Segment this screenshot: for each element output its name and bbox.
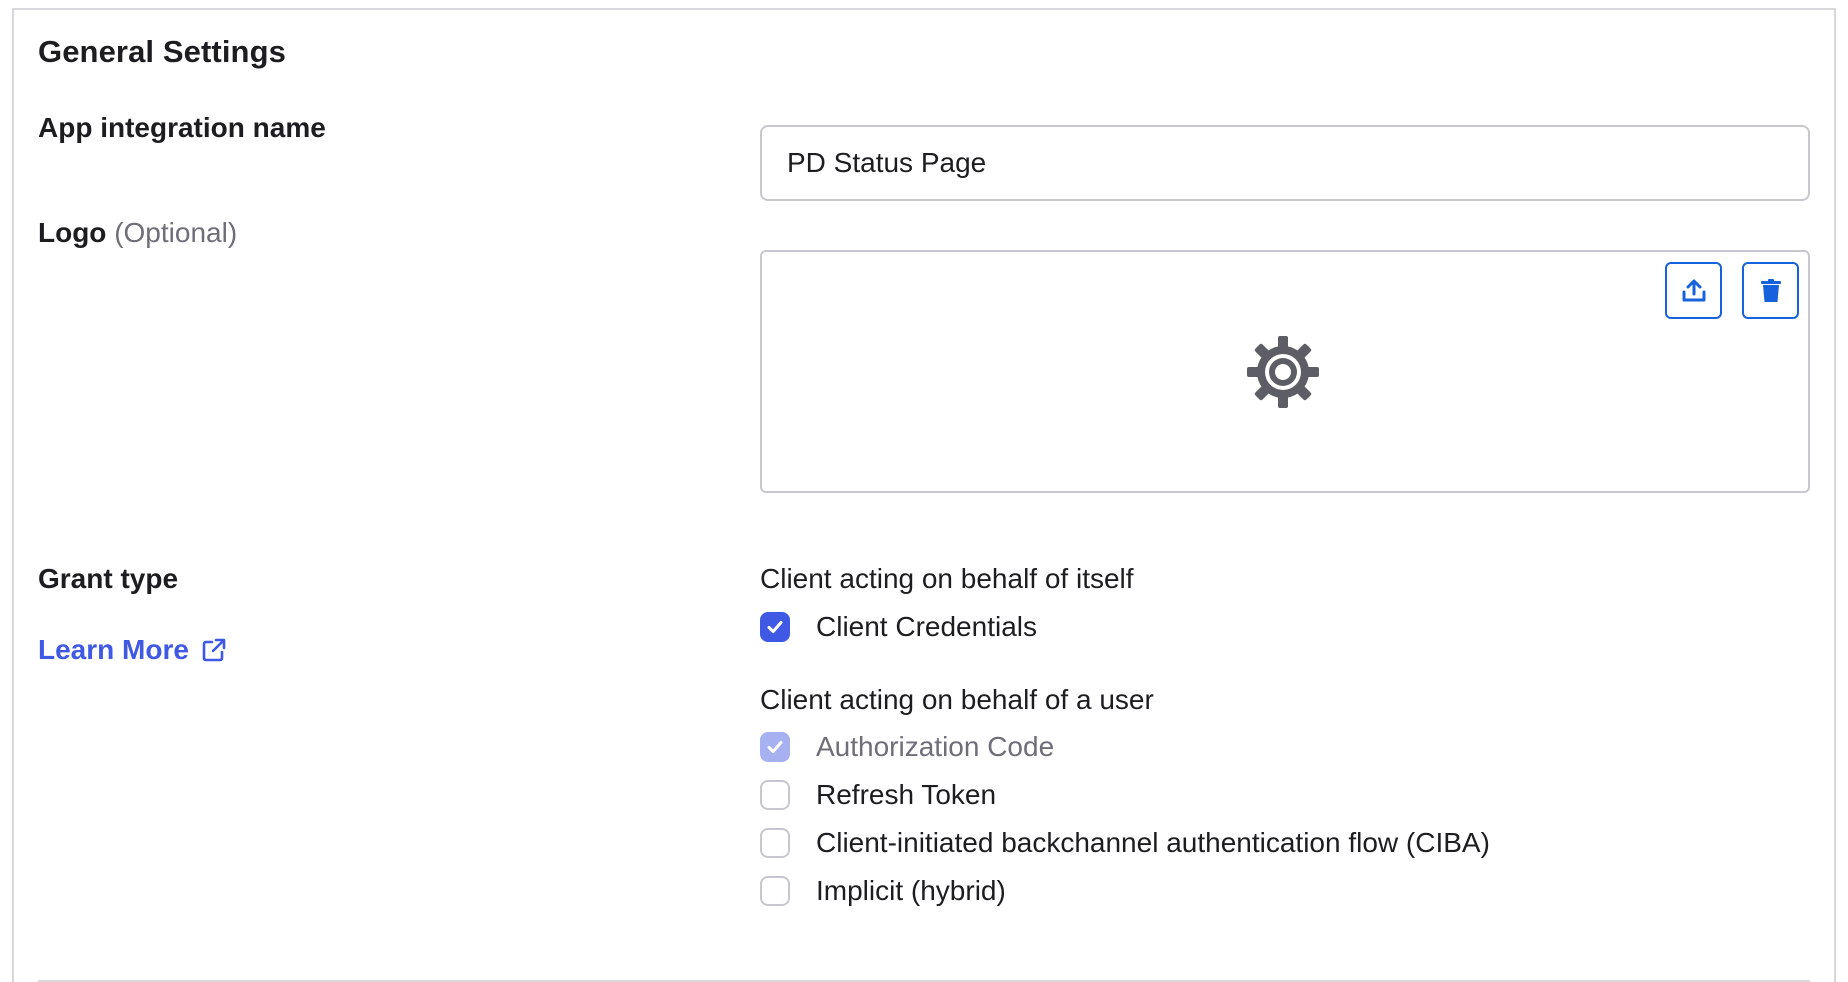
grant-group-self-heading: Client acting on behalf of itself	[760, 563, 1134, 594]
delete-logo-button[interactable]	[1742, 262, 1799, 319]
logo-label-text: Logo	[38, 217, 107, 248]
checkmark-icon	[767, 621, 783, 633]
gear-icon	[1247, 336, 1319, 408]
app-name-input[interactable]	[760, 125, 1810, 201]
section-title: General Settings	[38, 34, 286, 69]
checkmark-icon	[767, 741, 783, 753]
grant-group-user-heading: Client acting on behalf of a user	[760, 684, 1154, 715]
upload-icon	[1682, 279, 1705, 301]
implicit-hybrid-checkbox[interactable]	[760, 876, 790, 906]
authorization-code-label: Authorization Code	[816, 731, 1055, 762]
grant-refresh-token-option[interactable]: Refresh Token	[760, 778, 996, 812]
ciba-label: Client-initiated backchannel authenticat…	[816, 827, 1490, 858]
ciba-checkbox[interactable]	[760, 828, 790, 858]
grant-ciba-option[interactable]: Client-initiated backchannel authenticat…	[760, 826, 1490, 860]
authorization-code-checkbox	[760, 732, 790, 762]
logo-label: Logo (Optional)	[38, 217, 237, 249]
refresh-token-checkbox[interactable]	[760, 780, 790, 810]
grant-authorization-code-option: Authorization Code	[760, 730, 1054, 764]
app-name-label: App integration name	[38, 112, 326, 143]
grant-type-label: Grant type	[38, 563, 179, 594]
logo-optional-text: (Optional)	[114, 217, 238, 248]
client-credentials-label: Client Credentials	[816, 611, 1037, 642]
refresh-token-label: Refresh Token	[816, 779, 997, 810]
grant-client-credentials-option[interactable]: Client Credentials	[760, 610, 1037, 644]
learn-more-text: Learn More	[38, 634, 189, 665]
logo-dropzone[interactable]	[760, 250, 1810, 493]
external-link-icon	[202, 638, 226, 662]
implicit-hybrid-label: Implicit (hybrid)	[816, 875, 1006, 906]
grant-implicit-hybrid-option[interactable]: Implicit (hybrid)	[760, 874, 1006, 908]
learn-more-link[interactable]: Learn More	[38, 634, 227, 666]
client-credentials-checkbox[interactable]	[760, 612, 790, 642]
upload-logo-button[interactable]	[1665, 262, 1722, 319]
trash-icon	[1760, 278, 1781, 302]
